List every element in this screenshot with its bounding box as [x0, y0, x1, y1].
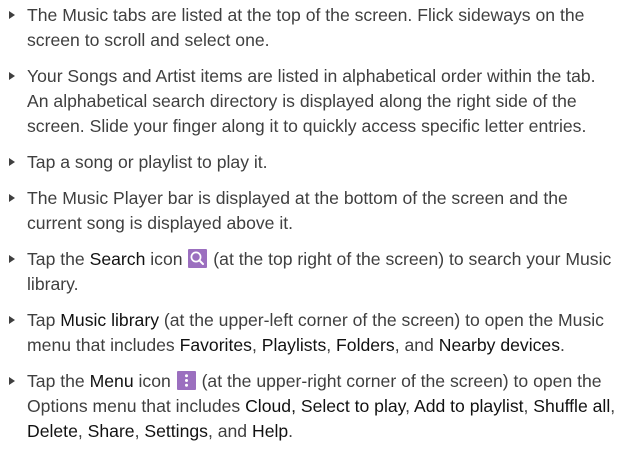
bullet-tap-song: Tap a song or playlist to play it.	[4, 150, 620, 175]
separator: ,	[610, 396, 616, 416]
search-icon	[188, 249, 208, 268]
bullet-menu: Tap the Menu icon (at the upper-right co…	[4, 369, 620, 444]
bullet-text-pre: Tap	[27, 310, 61, 330]
term-help: Help	[251, 421, 289, 441]
term-delete: Delete	[27, 421, 78, 441]
term-folders: Folders	[336, 335, 395, 355]
separator: ,	[251, 335, 262, 355]
bullet-arrow-icon	[9, 255, 15, 263]
bullet-songs-artist: Your Songs and Artist items are listed i…	[4, 64, 620, 139]
bullet-arrow-icon	[9, 11, 15, 19]
separator: ,	[326, 335, 337, 355]
term-favorites: Favorites	[179, 335, 252, 355]
term-settings: Settings	[144, 421, 208, 441]
bullet-text-mid: icon	[145, 249, 188, 269]
term-search: Search	[89, 249, 146, 269]
bullet-text-mid: icon	[133, 371, 176, 391]
end-punct: .	[288, 421, 294, 441]
bullet-text-pre: Tap the	[27, 249, 90, 269]
separator: , and	[394, 335, 439, 355]
bullet-text: The Music tabs are listed at the top of …	[27, 5, 585, 50]
separator: ,	[405, 396, 414, 416]
bullet-arrow-icon	[9, 194, 15, 202]
bullet-text: The Music Player bar is displayed at the…	[27, 188, 568, 233]
bullet-arrow-icon	[9, 316, 15, 324]
bullet-arrow-icon	[9, 377, 15, 385]
term-nearby-devices: Nearby devices	[438, 335, 560, 355]
term-share: Share	[87, 421, 135, 441]
term-menu: Menu	[89, 371, 134, 391]
bullet-music-library: Tap Music library (at the upper-left cor…	[4, 308, 620, 358]
bullet-music-tabs: The Music tabs are listed at the top of …	[4, 3, 620, 53]
end-punct: .	[560, 335, 565, 355]
bullet-player-bar: The Music Player bar is displayed at the…	[4, 186, 620, 236]
separator: ,	[134, 421, 145, 441]
bullet-text-pre: Tap the	[27, 371, 90, 391]
separator: , and	[207, 421, 252, 441]
manual-page: The Music tabs are listed at the top of …	[0, 0, 626, 471]
bullet-arrow-icon	[9, 158, 15, 166]
menu-icon	[176, 371, 196, 390]
term-cloud-select-to-play: Cloud, Select to play	[245, 396, 406, 416]
separator: ,	[77, 421, 88, 441]
bullet-text: Tap a song or playlist to play it.	[27, 152, 268, 172]
term-add-to-playlist: Add to playlist	[413, 396, 524, 416]
bullet-text: Your Songs and Artist items are listed i…	[27, 66, 596, 136]
bullet-arrow-icon	[9, 72, 15, 80]
term-playlists: Playlists	[261, 335, 327, 355]
separator: ,	[523, 396, 534, 416]
term-shuffle-all: Shuffle all	[533, 396, 611, 416]
bullet-search: Tap the Search icon (at the top right of…	[4, 247, 620, 297]
term-music-library: Music library	[60, 310, 159, 330]
